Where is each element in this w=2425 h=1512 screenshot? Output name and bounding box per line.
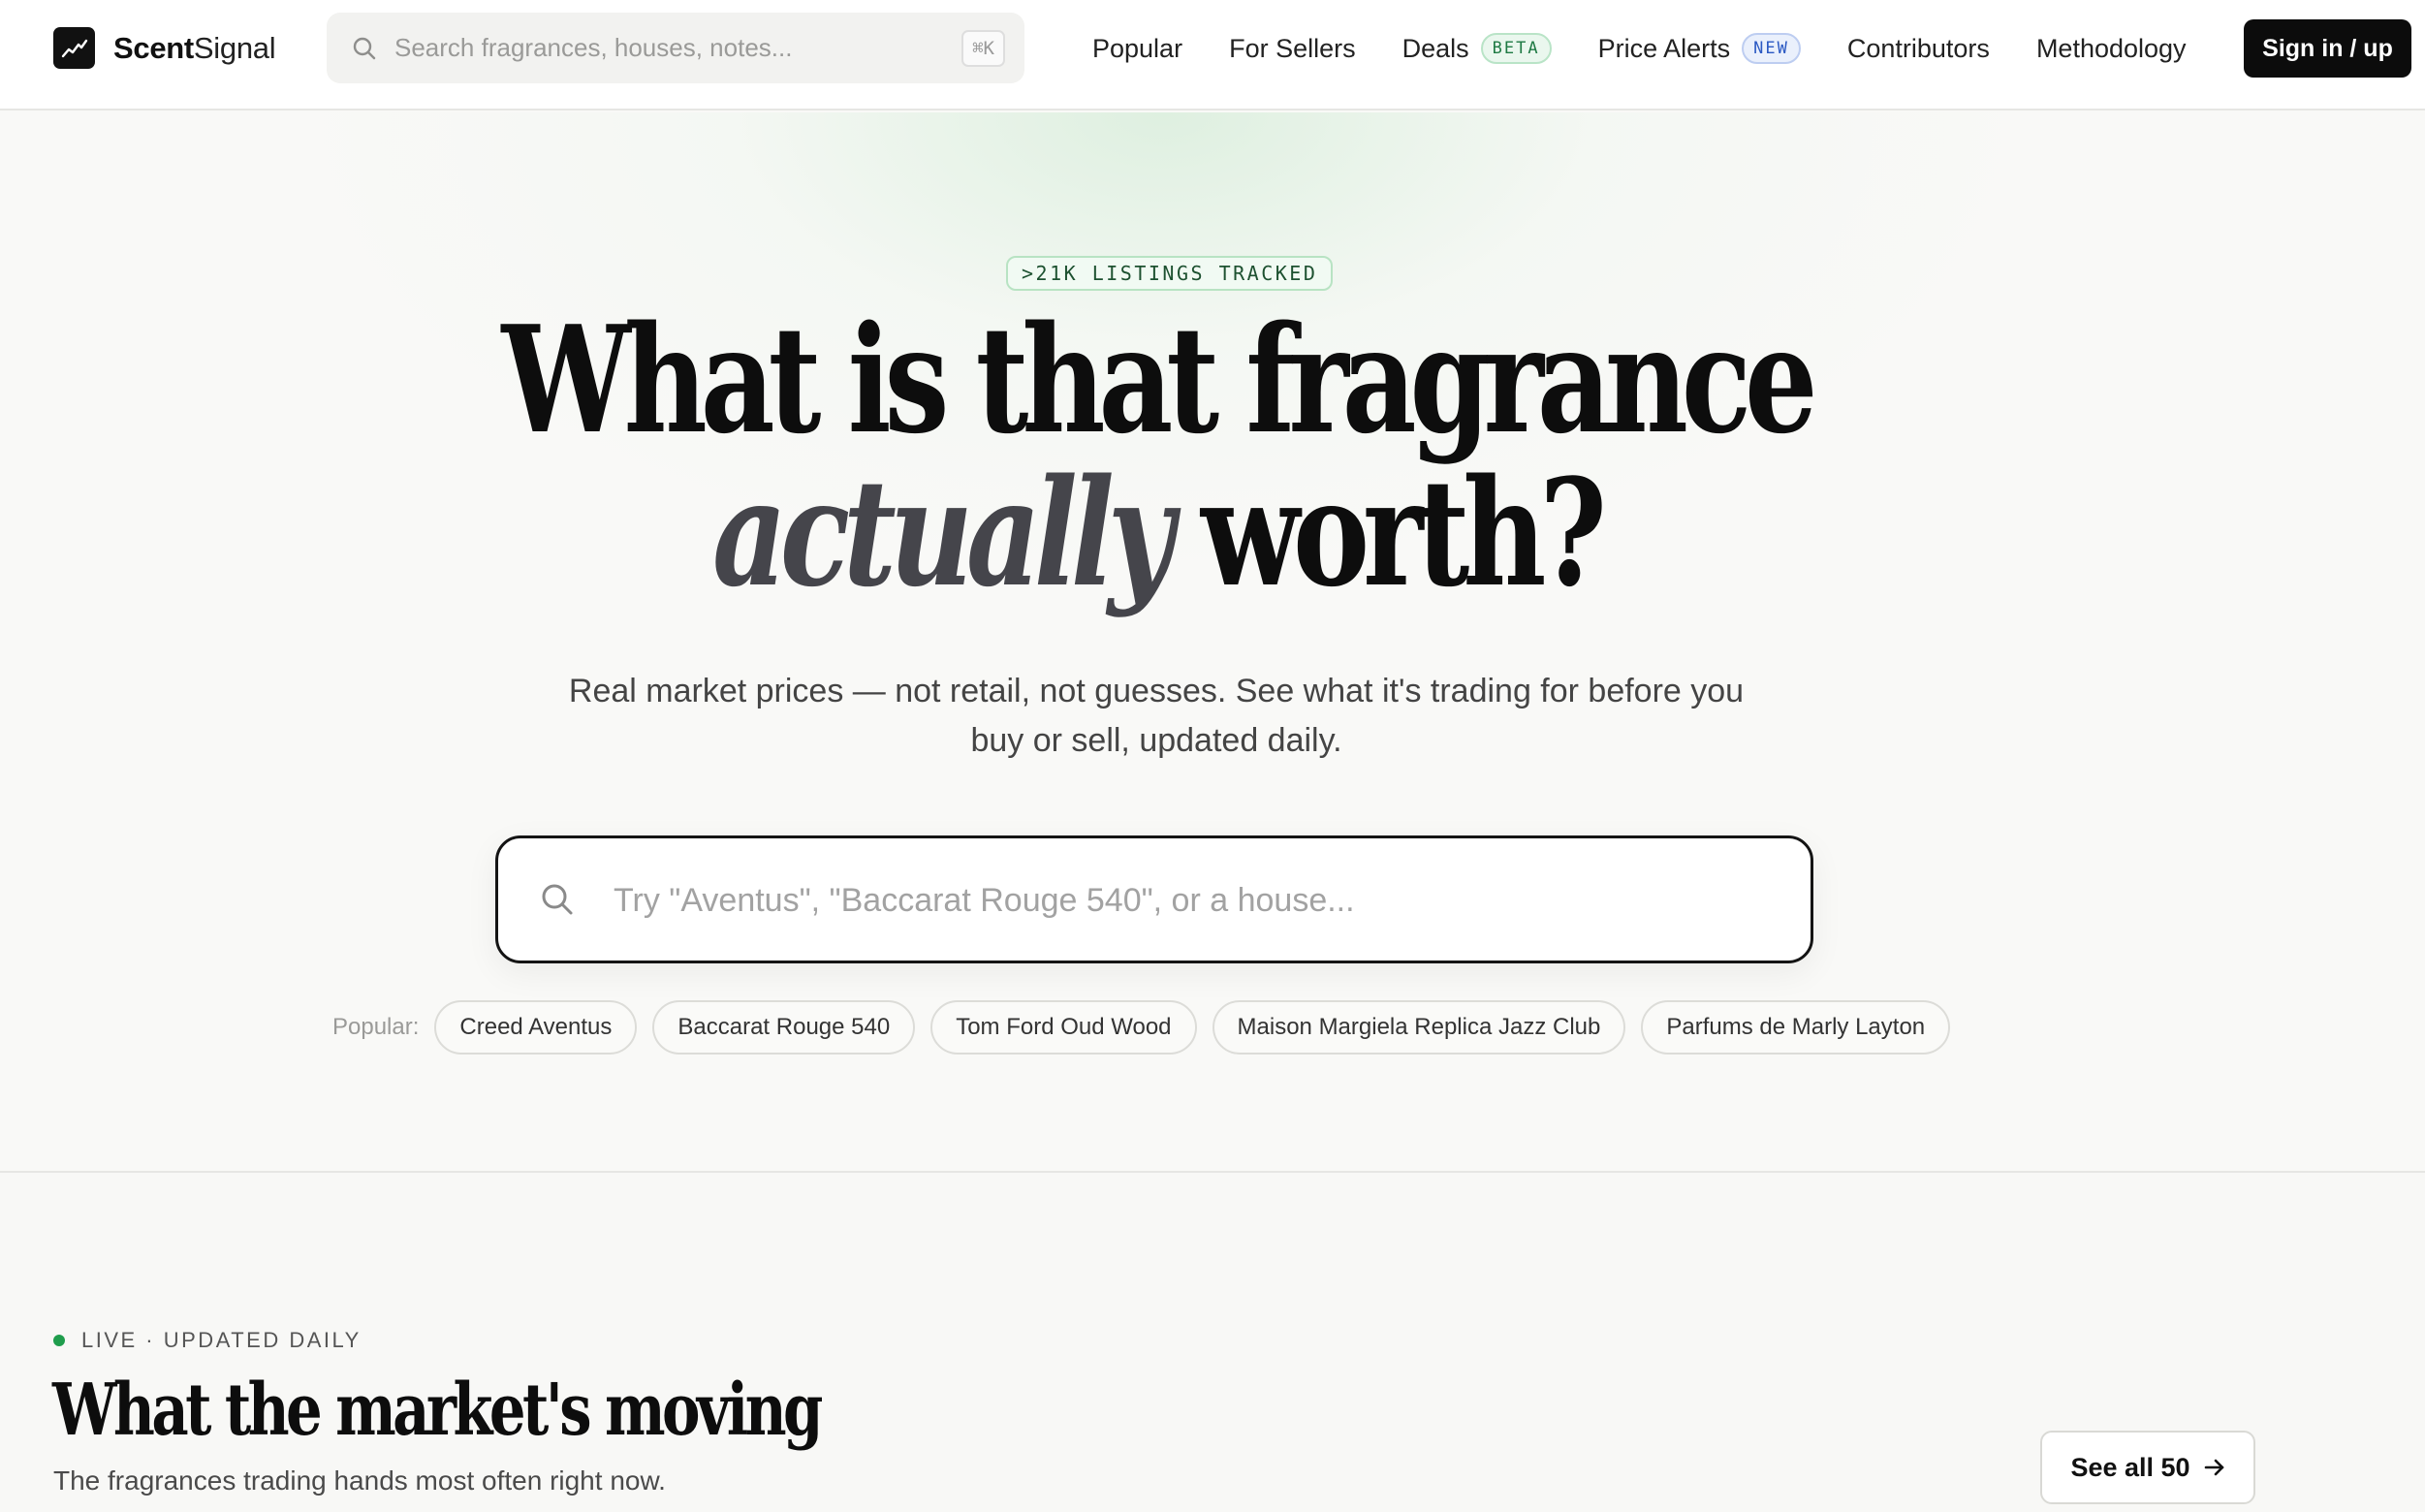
search-icon — [540, 882, 575, 922]
live-dot-icon — [53, 1335, 65, 1346]
nav-link-deals[interactable]: Deals BETA — [1402, 33, 1552, 64]
nav-link-for-sellers[interactable]: For Sellers — [1229, 34, 1356, 64]
popular-chip-creed-aventus[interactable]: Creed Aventus — [434, 1000, 638, 1055]
see-all-button[interactable]: See all 50 — [2040, 1431, 2255, 1504]
popular-chip-pdm-layton[interactable]: Parfums de Marly Layton — [1641, 1000, 1951, 1055]
headline-line-2-rest: worth? — [1200, 446, 1607, 619]
headline-emphasis: actually — [712, 446, 1175, 619]
brand-name-regular: Signal — [193, 30, 276, 65]
main-search-box[interactable] — [495, 835, 1813, 963]
see-all-label: See all 50 — [2070, 1452, 2190, 1482]
live-label: LIVE · UPDATED DAILY — [81, 1328, 362, 1352]
sign-in-button[interactable]: Sign in / up — [2244, 19, 2411, 78]
nav-links: Popular For Sellers Deals BETA Price Aler… — [1092, 0, 2233, 97]
arrow-right-icon — [2204, 1458, 2225, 1477]
popular-chip-tom-ford-oud-wood[interactable]: Tom Ford Oud Wood — [930, 1000, 1197, 1055]
listings-tracked-badge: >21K LISTINGS TRACKED — [1006, 256, 1334, 291]
market-section-title: What the market's moving — [52, 1369, 823, 1452]
main-search-input[interactable] — [614, 867, 1777, 933]
market-section-subtitle: The fragrances trading hands most often … — [53, 1465, 666, 1496]
new-badge: NEW — [1742, 33, 1801, 64]
search-icon — [352, 36, 377, 66]
market-moving-section: LIVE · UPDATED DAILY What the market's m… — [0, 1171, 2425, 1512]
beta-badge: BETA — [1480, 33, 1552, 64]
brand-logo[interactable]: ScentSignal — [53, 27, 276, 69]
hero-subtitle: Real market prices — not retail, not gue… — [568, 673, 1745, 759]
brand-name: ScentSignal — [113, 30, 276, 66]
nav-link-popular[interactable]: Popular — [1092, 34, 1182, 64]
brand-name-bold: Scent — [113, 30, 194, 65]
nav-search-input[interactable] — [394, 26, 898, 69]
popular-label: Popular: — [332, 1014, 420, 1040]
nav-link-price-alerts-label: Price Alerts — [1597, 33, 1731, 63]
popular-chip-replica-jazz-club[interactable]: Maison Margiela Replica Jazz Club — [1212, 1000, 1626, 1055]
nav-link-contributors[interactable]: Contributors — [1847, 34, 1990, 64]
live-indicator: LIVE · UPDATED DAILY — [53, 1328, 362, 1353]
nav-link-deals-label: Deals — [1401, 33, 1469, 63]
keyboard-shortcut-hint: ⌘K — [961, 30, 1005, 67]
nav-link-price-alerts[interactable]: Price Alerts NEW — [1598, 33, 1801, 64]
nav-link-methodology[interactable]: Methodology — [2036, 34, 2187, 64]
headline-line-2: actually worth? — [254, 459, 2058, 607]
headline-line-1: What is that fragrance — [501, 293, 1818, 466]
nav-search-box[interactable]: ⌘K — [327, 13, 1024, 83]
hero-section: >21K LISTINGS TRACKED What is that fragr… — [0, 112, 2425, 1171]
hero-headline: What is that fragrance actually worth? — [254, 306, 2058, 607]
popular-chip-baccarat-rouge-540[interactable]: Baccarat Rouge 540 — [652, 1000, 916, 1055]
top-nav: ScentSignal ⌘K Popular For Sellers Deals… — [0, 0, 2425, 110]
trend-line-icon — [53, 27, 95, 69]
popular-searches: Popular: Creed Aventus Baccarat Rouge 54… — [332, 1000, 1966, 1055]
